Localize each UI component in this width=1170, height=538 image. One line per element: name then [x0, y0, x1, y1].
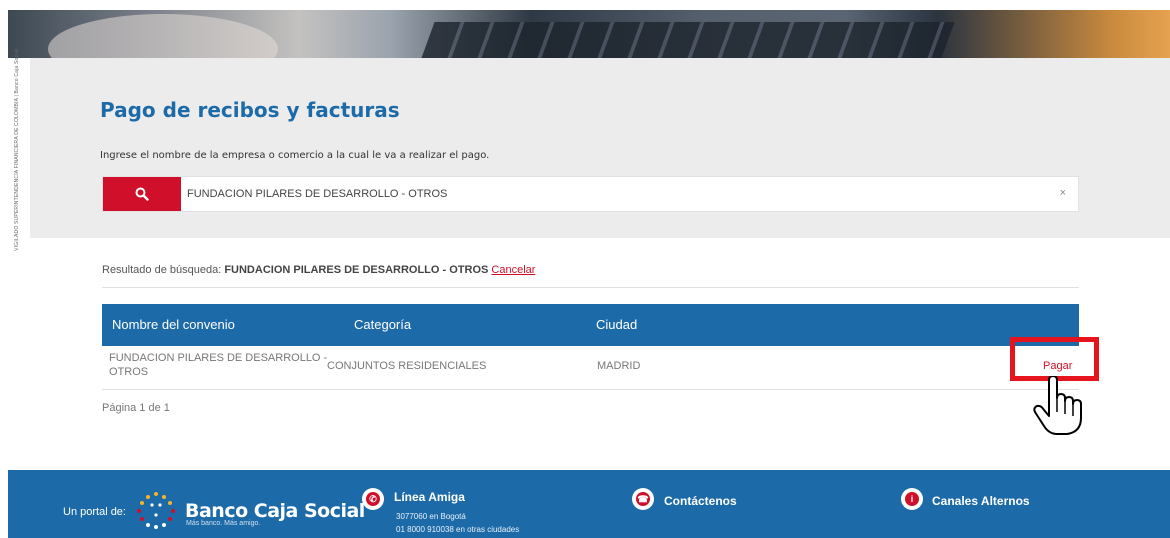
- table-header: Nombre del convenio Categoría Ciudad: [102, 304, 1079, 346]
- row-category: CONJUNTOS RESIDENCIALES: [327, 360, 487, 372]
- page: VIGILADO SUPERINTENDENCIA FINANCIERA DE …: [0, 0, 1170, 538]
- result-query: FUNDACION PILARES DE DESARROLLO - OTROS: [224, 264, 489, 276]
- result-prefix: Resultado de búsqueda:: [102, 264, 225, 276]
- search-result-summary: Resultado de búsqueda: FUNDACION PILARES…: [102, 264, 535, 276]
- footer: Un portal de: Banco Caja Social Más banc…: [8, 470, 1170, 538]
- page-title: Pago de recibos y facturas: [100, 98, 400, 122]
- search-button[interactable]: [103, 177, 181, 211]
- portal-label: Un portal de:: [63, 506, 126, 518]
- column-header-city: Ciudad: [596, 317, 638, 332]
- divider: [102, 287, 1079, 288]
- column-header-name: Nombre del convenio: [112, 317, 235, 332]
- phone-icon: ✆: [362, 488, 384, 510]
- search-prompt: Ingrese el nombre de la empresa o comerc…: [100, 150, 490, 161]
- bank-logo-icon[interactable]: [133, 490, 179, 530]
- hero-hand-image: [48, 14, 278, 58]
- linea-amiga-title[interactable]: Línea Amiga: [394, 490, 465, 504]
- pay-highlight-box: [1010, 337, 1099, 381]
- vigilado-label: VIGILADO SUPERINTENDENCIA FINANCIERA DE …: [9, 49, 25, 251]
- search-bar: ×: [102, 176, 1079, 212]
- cancel-link[interactable]: Cancelar: [491, 264, 535, 276]
- vigilado-text: VIGILADO SUPERINTENDENCIA FINANCIERA DE …: [14, 49, 20, 251]
- linea-amiga-otras: 01 8000 910038 en otras ciudades: [396, 525, 520, 534]
- row-city: MADRID: [597, 360, 641, 372]
- row-name-line2: OTROS: [109, 366, 149, 378]
- brand-tagline: Más banco. Más amigo.: [186, 520, 261, 527]
- chat-icon: ☎: [632, 488, 654, 510]
- row-name-line1: FUNDACION PILARES DE DESARROLLO -: [109, 352, 328, 364]
- linea-amiga-bogota: 3077060 en Bogotá: [396, 512, 466, 521]
- table-row: FUNDACION PILARES DE DESARROLLO - OTROS …: [102, 346, 1079, 390]
- row-name: FUNDACION PILARES DE DESARROLLO - OTROS: [109, 351, 327, 379]
- info-icon: i: [901, 488, 923, 510]
- search-input[interactable]: [187, 177, 1037, 211]
- brand-name[interactable]: Banco Caja Social: [185, 500, 365, 522]
- hero-banner: [8, 10, 1170, 58]
- clear-icon[interactable]: ×: [1060, 187, 1066, 199]
- column-header-category: Categoría: [354, 317, 412, 332]
- canales-link[interactable]: Canales Alternos: [932, 494, 1030, 508]
- contact-link[interactable]: Contáctenos: [664, 494, 737, 508]
- search-icon: [135, 187, 149, 201]
- hand-pointer-icon: [1033, 376, 1082, 435]
- hero-keyboard-image: [421, 22, 955, 58]
- pagination-info: Página 1 de 1: [102, 402, 170, 414]
- pay-link[interactable]: Pagar: [1043, 360, 1072, 372]
